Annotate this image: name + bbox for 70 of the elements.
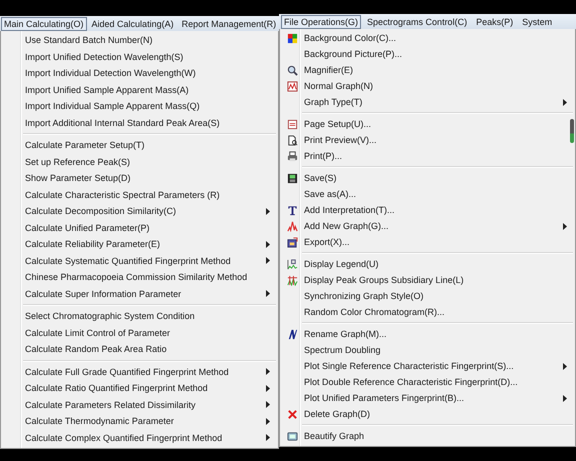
page-icon [287,118,298,130]
menu-item[interactable]: Save as(A)... [304,189,575,199]
menu-item[interactable]: Set up Reference Peak(S) [25,156,278,167]
menu-item[interactable]: Calculate Full Grade Quantified Fingerprint Method [25,366,266,377]
menu-item[interactable]: Import Individual Sample Apparent Mass(Q) [25,101,278,112]
menu-item[interactable]: Synchronizing Graph Style(O) [304,291,575,301]
menu-item[interactable]: Calculate Unified Parameter(P) [25,222,278,233]
menu-bar-item[interactable]: Report Management(R) [178,16,280,30]
menu-item[interactable]: Calculate Complex Quantified Fingerprint Method [25,432,266,443]
menu-item[interactable]: Rename Graph(M)... [304,329,575,339]
chart-icon [287,80,298,92]
menu-item[interactable]: Chinese Pharmacopoeia Commission Similarity Method [25,272,278,282]
peak-chart-icon [287,220,298,232]
menu-item[interactable]: Use Standard Batch Number(N) [25,35,278,46]
menu-item[interactable]: Import Additional Internal Standard Peak Area(S) [25,118,278,128]
menu-item[interactable]: Display Peak Groups Subsidiary Line(L) [304,275,575,285]
italic-n-icon [287,328,298,340]
menu-item[interactable]: Beautify Graph [304,431,575,441]
menu-item[interactable]: Background Picture(P)... [304,49,575,59]
menu-item[interactable]: Import Individual Detection Wavelength(W) [25,68,278,78]
document-magnifier-icon [287,134,298,146]
menu-item[interactable]: Calculate Reliability Parameter(E) [25,239,266,250]
scrollbar-thumb[interactable] [570,119,574,143]
menu-bar-item[interactable]: Spectrograms Control(C) [364,14,470,28]
menu-item[interactable]: Add Interpretation(T)... [304,205,575,215]
delete-icon [287,408,298,420]
menu-item[interactable]: Background Color(C)... [304,33,575,43]
menu-item[interactable]: Calculate Decomposition Similarity(C) [25,206,266,216]
menu-item[interactable]: Calculate Ratio Quantified Fingerprint Method [25,383,266,394]
printer-icon [287,150,298,162]
menu-item[interactable]: Calculate Systematic Quantified Fingerprint Method [25,256,266,266]
export-icon [287,236,298,248]
menu-item[interactable]: Export(X)... [304,237,575,247]
menu-item[interactable]: Add New Graph(G)... [304,221,563,231]
menu-item[interactable]: Calculate Parameter Setup(T) [25,140,278,150]
menu-item[interactable]: Random Color Chromatogram(R)... [304,307,575,317]
menu-item[interactable]: Graph Type(T) [304,97,563,107]
menu-bar-item[interactable]: File Operations(G) [281,14,362,28]
menu-item[interactable]: Calculate Characteristic Spectral Parameters (R) [25,190,278,200]
menu-item[interactable]: Spectrum Doubling [304,345,575,355]
menu-bar-item[interactable]: Peaks(P) [473,14,516,28]
menu-item[interactable]: Calculate Limit Control of Parameter [25,328,278,338]
menu-item[interactable]: Display Legend(U) [304,259,575,269]
menu-item[interactable]: Calculate Random Peak Area Ratio [25,344,278,354]
menu-item[interactable]: Save(S) [304,173,575,183]
menu-item[interactable]: Normal Graph(N) [304,81,575,91]
menu-item[interactable]: Page Setup(U)... [304,119,575,129]
menu-item[interactable]: Calculate Thermodynamic Parameter [25,416,266,426]
legend-chart-icon [287,258,298,270]
peak-lines-icon [287,274,298,286]
menu-item[interactable]: Magnifier(E) [304,65,575,75]
letter-t-icon [287,204,298,216]
menu-item[interactable]: Plot Double Reference Characteristic Fingerprint(D)... [304,377,575,387]
menu-bar-item[interactable]: Aided Calculating(A) [88,16,177,30]
menu-item[interactable]: Calculate Parameters Related Dissimilarity [25,400,266,410]
menu-item[interactable]: Plot Single Reference Characteristic Fingerprint(S)... [304,361,563,371]
menu-item[interactable]: Select Chromatographic System Condition [25,311,278,322]
menu-item[interactable]: Show Parameter Setup(D) [25,173,278,184]
menu-item[interactable]: Calculate Super Information Parameter [25,288,266,299]
menu-item[interactable]: Print(P)... [304,151,575,161]
menu-item[interactable]: Import Unified Sample Apparent Mass(A) [25,84,278,95]
menu-bar-item[interactable]: System [519,14,556,28]
menu-item[interactable]: Print Preview(V)... [304,135,575,145]
graph-window-icon [287,430,298,442]
color-grid-icon [287,32,298,44]
menu-bar-item[interactable]: Main Calculating(O) [1,16,87,30]
menu-item[interactable]: Plot Unified Parameters Fingerprint(B)... [304,393,563,403]
menu-item[interactable]: Delete Graph(D) [304,409,575,419]
menu-item[interactable]: Import Unified Detection Wavelength(S) [25,52,278,62]
magnifier-icon [287,64,298,76]
